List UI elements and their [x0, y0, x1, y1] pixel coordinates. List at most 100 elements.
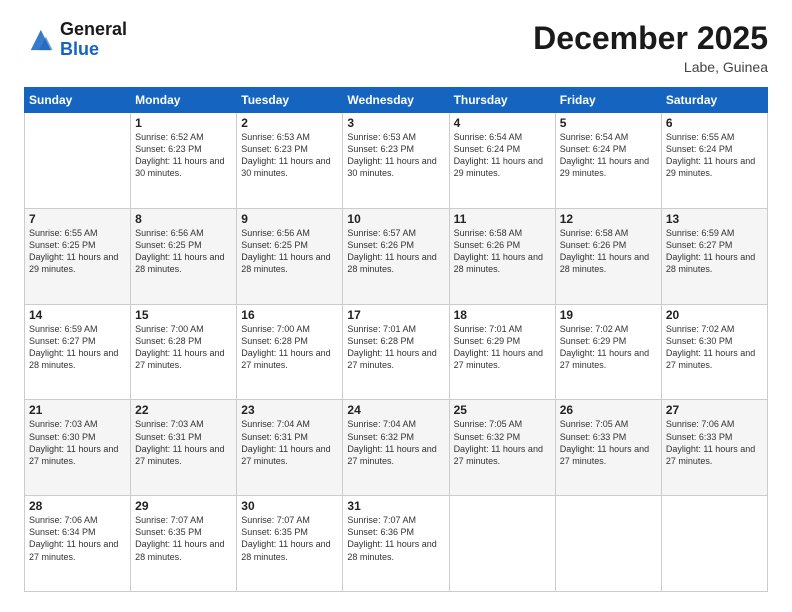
day-info: Sunrise: 7:06 AM Sunset: 6:33 PM Dayligh… — [666, 418, 763, 467]
day-number: 11 — [454, 212, 551, 226]
day-cell: 8Sunrise: 6:56 AM Sunset: 6:25 PM Daylig… — [131, 208, 237, 304]
day-cell: 27Sunrise: 7:06 AM Sunset: 6:33 PM Dayli… — [661, 400, 767, 496]
day-number: 4 — [454, 116, 551, 130]
day-cell: 6Sunrise: 6:55 AM Sunset: 6:24 PM Daylig… — [661, 113, 767, 209]
day-cell: 17Sunrise: 7:01 AM Sunset: 6:28 PM Dayli… — [343, 304, 449, 400]
logo: General Blue — [24, 20, 127, 60]
day-info: Sunrise: 7:02 AM Sunset: 6:30 PM Dayligh… — [666, 323, 763, 372]
day-number: 31 — [347, 499, 444, 513]
day-cell: 26Sunrise: 7:05 AM Sunset: 6:33 PM Dayli… — [555, 400, 661, 496]
day-info: Sunrise: 6:52 AM Sunset: 6:23 PM Dayligh… — [135, 131, 232, 180]
day-info: Sunrise: 6:53 AM Sunset: 6:23 PM Dayligh… — [241, 131, 338, 180]
day-info: Sunrise: 6:54 AM Sunset: 6:24 PM Dayligh… — [454, 131, 551, 180]
day-number: 23 — [241, 403, 338, 417]
day-header-monday: Monday — [131, 88, 237, 113]
day-number: 13 — [666, 212, 763, 226]
day-number: 16 — [241, 308, 338, 322]
day-info: Sunrise: 6:55 AM Sunset: 6:25 PM Dayligh… — [29, 227, 126, 276]
day-cell: 13Sunrise: 6:59 AM Sunset: 6:27 PM Dayli… — [661, 208, 767, 304]
day-info: Sunrise: 7:04 AM Sunset: 6:32 PM Dayligh… — [347, 418, 444, 467]
week-row-3: 14Sunrise: 6:59 AM Sunset: 6:27 PM Dayli… — [25, 304, 768, 400]
day-cell: 23Sunrise: 7:04 AM Sunset: 6:31 PM Dayli… — [237, 400, 343, 496]
day-number: 8 — [135, 212, 232, 226]
header: General Blue December 2025 Labe, Guinea — [24, 20, 768, 75]
day-cell: 28Sunrise: 7:06 AM Sunset: 6:34 PM Dayli… — [25, 496, 131, 592]
day-cell: 20Sunrise: 7:02 AM Sunset: 6:30 PM Dayli… — [661, 304, 767, 400]
day-cell: 18Sunrise: 7:01 AM Sunset: 6:29 PM Dayli… — [449, 304, 555, 400]
day-header-friday: Friday — [555, 88, 661, 113]
month-title: December 2025 — [533, 20, 768, 57]
day-info: Sunrise: 6:57 AM Sunset: 6:26 PM Dayligh… — [347, 227, 444, 276]
day-cell: 1Sunrise: 6:52 AM Sunset: 6:23 PM Daylig… — [131, 113, 237, 209]
day-cell: 4Sunrise: 6:54 AM Sunset: 6:24 PM Daylig… — [449, 113, 555, 209]
day-cell: 15Sunrise: 7:00 AM Sunset: 6:28 PM Dayli… — [131, 304, 237, 400]
day-number: 21 — [29, 403, 126, 417]
day-info: Sunrise: 7:01 AM Sunset: 6:29 PM Dayligh… — [454, 323, 551, 372]
day-info: Sunrise: 7:05 AM Sunset: 6:33 PM Dayligh… — [560, 418, 657, 467]
logo-general: General — [60, 20, 127, 40]
day-header-thursday: Thursday — [449, 88, 555, 113]
day-number: 27 — [666, 403, 763, 417]
day-cell: 14Sunrise: 6:59 AM Sunset: 6:27 PM Dayli… — [25, 304, 131, 400]
day-info: Sunrise: 7:03 AM Sunset: 6:31 PM Dayligh… — [135, 418, 232, 467]
day-cell — [661, 496, 767, 592]
day-number: 30 — [241, 499, 338, 513]
day-number: 2 — [241, 116, 338, 130]
day-info: Sunrise: 6:56 AM Sunset: 6:25 PM Dayligh… — [241, 227, 338, 276]
day-info: Sunrise: 6:59 AM Sunset: 6:27 PM Dayligh… — [29, 323, 126, 372]
day-cell: 22Sunrise: 7:03 AM Sunset: 6:31 PM Dayli… — [131, 400, 237, 496]
week-row-2: 7Sunrise: 6:55 AM Sunset: 6:25 PM Daylig… — [25, 208, 768, 304]
title-block: December 2025 Labe, Guinea — [533, 20, 768, 75]
day-cell — [555, 496, 661, 592]
day-cell: 10Sunrise: 6:57 AM Sunset: 6:26 PM Dayli… — [343, 208, 449, 304]
day-info: Sunrise: 6:59 AM Sunset: 6:27 PM Dayligh… — [666, 227, 763, 276]
day-info: Sunrise: 7:07 AM Sunset: 6:35 PM Dayligh… — [241, 514, 338, 563]
day-info: Sunrise: 6:53 AM Sunset: 6:23 PM Dayligh… — [347, 131, 444, 180]
day-cell: 25Sunrise: 7:05 AM Sunset: 6:32 PM Dayli… — [449, 400, 555, 496]
page: General Blue December 2025 Labe, Guinea … — [0, 0, 792, 612]
day-info: Sunrise: 7:05 AM Sunset: 6:32 PM Dayligh… — [454, 418, 551, 467]
day-number: 3 — [347, 116, 444, 130]
day-info: Sunrise: 7:02 AM Sunset: 6:29 PM Dayligh… — [560, 323, 657, 372]
day-cell: 11Sunrise: 6:58 AM Sunset: 6:26 PM Dayli… — [449, 208, 555, 304]
day-cell: 16Sunrise: 7:00 AM Sunset: 6:28 PM Dayli… — [237, 304, 343, 400]
day-number: 26 — [560, 403, 657, 417]
logo-icon — [24, 26, 56, 54]
day-number: 10 — [347, 212, 444, 226]
day-number: 1 — [135, 116, 232, 130]
header-row: SundayMondayTuesdayWednesdayThursdayFrid… — [25, 88, 768, 113]
logo-text: General Blue — [60, 20, 127, 60]
day-number: 22 — [135, 403, 232, 417]
week-row-4: 21Sunrise: 7:03 AM Sunset: 6:30 PM Dayli… — [25, 400, 768, 496]
day-info: Sunrise: 6:58 AM Sunset: 6:26 PM Dayligh… — [560, 227, 657, 276]
day-header-saturday: Saturday — [661, 88, 767, 113]
day-info: Sunrise: 6:55 AM Sunset: 6:24 PM Dayligh… — [666, 131, 763, 180]
day-info: Sunrise: 7:04 AM Sunset: 6:31 PM Dayligh… — [241, 418, 338, 467]
day-number: 29 — [135, 499, 232, 513]
day-info: Sunrise: 6:54 AM Sunset: 6:24 PM Dayligh… — [560, 131, 657, 180]
day-info: Sunrise: 7:06 AM Sunset: 6:34 PM Dayligh… — [29, 514, 126, 563]
week-row-5: 28Sunrise: 7:06 AM Sunset: 6:34 PM Dayli… — [25, 496, 768, 592]
day-info: Sunrise: 6:56 AM Sunset: 6:25 PM Dayligh… — [135, 227, 232, 276]
day-info: Sunrise: 7:01 AM Sunset: 6:28 PM Dayligh… — [347, 323, 444, 372]
location: Labe, Guinea — [533, 59, 768, 75]
day-cell: 2Sunrise: 6:53 AM Sunset: 6:23 PM Daylig… — [237, 113, 343, 209]
day-cell: 21Sunrise: 7:03 AM Sunset: 6:30 PM Dayli… — [25, 400, 131, 496]
day-number: 12 — [560, 212, 657, 226]
day-cell: 12Sunrise: 6:58 AM Sunset: 6:26 PM Dayli… — [555, 208, 661, 304]
day-info: Sunrise: 7:03 AM Sunset: 6:30 PM Dayligh… — [29, 418, 126, 467]
calendar-body: 1Sunrise: 6:52 AM Sunset: 6:23 PM Daylig… — [25, 113, 768, 592]
day-cell: 31Sunrise: 7:07 AM Sunset: 6:36 PM Dayli… — [343, 496, 449, 592]
day-cell: 3Sunrise: 6:53 AM Sunset: 6:23 PM Daylig… — [343, 113, 449, 209]
day-cell: 29Sunrise: 7:07 AM Sunset: 6:35 PM Dayli… — [131, 496, 237, 592]
day-number: 24 — [347, 403, 444, 417]
day-info: Sunrise: 6:58 AM Sunset: 6:26 PM Dayligh… — [454, 227, 551, 276]
day-cell — [449, 496, 555, 592]
day-info: Sunrise: 7:00 AM Sunset: 6:28 PM Dayligh… — [135, 323, 232, 372]
day-cell: 30Sunrise: 7:07 AM Sunset: 6:35 PM Dayli… — [237, 496, 343, 592]
calendar-header: SundayMondayTuesdayWednesdayThursdayFrid… — [25, 88, 768, 113]
day-header-wednesday: Wednesday — [343, 88, 449, 113]
day-number: 5 — [560, 116, 657, 130]
day-cell: 9Sunrise: 6:56 AM Sunset: 6:25 PM Daylig… — [237, 208, 343, 304]
day-number: 25 — [454, 403, 551, 417]
